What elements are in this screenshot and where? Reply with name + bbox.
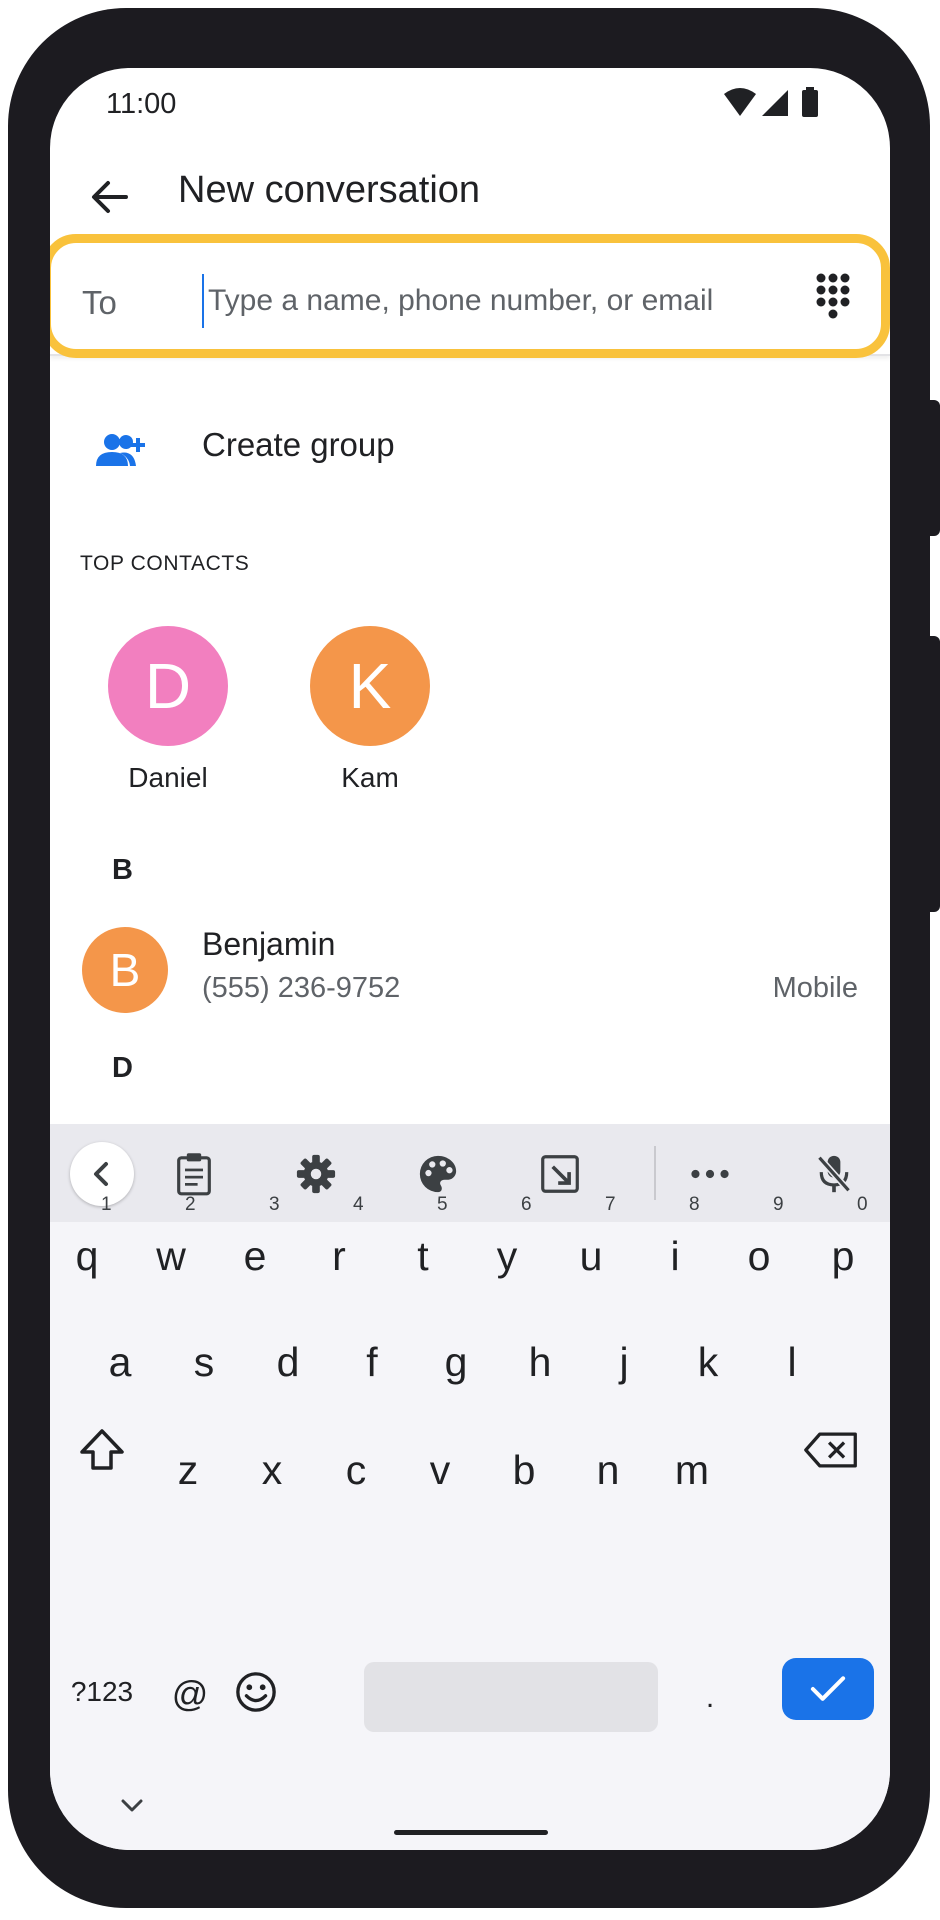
key-b[interactable]: b xyxy=(488,1430,560,1510)
status-time: 11:00 xyxy=(106,88,177,120)
recipient-input[interactable] xyxy=(202,274,788,328)
battery-icon xyxy=(802,90,818,117)
section-letter-d: D xyxy=(112,1052,133,1084)
key-t[interactable]: t xyxy=(387,1216,459,1296)
key-x[interactable]: x xyxy=(236,1430,308,1510)
key-d[interactable]: d xyxy=(252,1322,324,1402)
key-i[interactable]: i xyxy=(639,1216,711,1296)
dialpad-icon[interactable] xyxy=(802,268,864,332)
key-e[interactable]: e xyxy=(219,1216,291,1296)
key-hint-1: 1 xyxy=(101,1194,112,1215)
top-contact-name: Daniel xyxy=(128,762,208,793)
create-group-button[interactable] xyxy=(50,402,890,498)
key-l[interactable]: l xyxy=(756,1322,828,1402)
top-contacts-title: TOP CONTACTS xyxy=(80,552,250,575)
key-c[interactable]: c xyxy=(320,1430,392,1510)
back-arrow-icon[interactable] xyxy=(74,161,146,233)
status-icons xyxy=(724,87,818,117)
at-key[interactable]: @ xyxy=(154,1654,226,1734)
key-g[interactable]: g xyxy=(420,1322,492,1402)
key-hint-8: 8 xyxy=(689,1194,700,1215)
voice-input-button[interactable] xyxy=(804,1144,864,1204)
key-n[interactable]: n xyxy=(572,1430,644,1510)
key-w[interactable]: w xyxy=(135,1216,207,1296)
group-add-icon xyxy=(96,434,145,466)
settings-button[interactable] xyxy=(286,1144,346,1204)
avatar-initial: B xyxy=(109,944,141,996)
key-p[interactable]: p xyxy=(807,1216,879,1296)
avatar: B xyxy=(82,927,168,1013)
key-hint-5: 5 xyxy=(437,1194,448,1215)
palette-icon xyxy=(419,1155,457,1193)
key-hint-7: 7 xyxy=(605,1194,616,1215)
key-u[interactable]: u xyxy=(555,1216,627,1296)
contact-name: Benjamin xyxy=(202,926,336,962)
key-f[interactable]: f xyxy=(336,1322,408,1402)
page-title: New conversation xyxy=(178,169,481,211)
key-v[interactable]: v xyxy=(404,1430,476,1510)
key-hint-2: 2 xyxy=(185,1194,196,1215)
signal-icon xyxy=(762,90,788,116)
contact-row-benjamin[interactable] xyxy=(50,886,890,1004)
key-k[interactable]: k xyxy=(672,1322,744,1402)
done-key[interactable] xyxy=(782,1658,874,1720)
emoji-icon xyxy=(236,1672,276,1712)
key-m[interactable]: m xyxy=(656,1430,728,1510)
shift-key[interactable] xyxy=(66,1410,138,1490)
mic-off-icon xyxy=(817,1155,851,1193)
key-z[interactable]: z xyxy=(152,1430,224,1510)
key-q[interactable]: q xyxy=(51,1216,123,1296)
emoji-key[interactable] xyxy=(218,1654,294,1730)
wifi-icon xyxy=(724,88,756,116)
keyboard-hide-icon[interactable] xyxy=(114,1794,150,1818)
key-hint-6: 6 xyxy=(521,1194,532,1215)
gear-icon xyxy=(296,1154,336,1194)
more-icon xyxy=(691,1169,729,1179)
keyboard: ?123 @ . q1 w2 e3 r4 t5 y6 u7 i8 o9 p0 asdfghjkl zx… xyxy=(50,1124,890,1850)
top-contact-name: Kam xyxy=(341,762,399,793)
screen: 11:00 New conversation To Create group xyxy=(50,68,890,1850)
key-a[interactable]: a xyxy=(84,1322,156,1402)
contact-phone: (555) 236-9752 xyxy=(202,972,401,1004)
avatar: K xyxy=(310,626,430,746)
floating-keyboard-icon xyxy=(541,1155,579,1193)
key-hint-0: 0 xyxy=(857,1194,868,1215)
to-label: To xyxy=(82,284,117,321)
key-hint-4: 4 xyxy=(353,1194,364,1215)
volume-button xyxy=(930,636,940,912)
avatar-initial: K xyxy=(348,650,392,722)
symbols-key[interactable]: ?123 xyxy=(62,1654,142,1730)
key-r[interactable]: r xyxy=(303,1216,375,1296)
key-s[interactable]: s xyxy=(168,1322,240,1402)
floating-keyboard-button[interactable] xyxy=(530,1144,590,1204)
key-h[interactable]: h xyxy=(504,1322,576,1402)
create-group-label: Create group xyxy=(202,426,395,463)
clipboard-icon xyxy=(177,1153,211,1196)
home-indicator xyxy=(394,1830,548,1835)
key-hint-3: 3 xyxy=(269,1194,280,1215)
section-letter-b: B xyxy=(112,854,133,886)
shift-icon xyxy=(80,1429,124,1470)
check-icon xyxy=(810,1676,846,1701)
key-j[interactable]: j xyxy=(588,1322,660,1402)
power-button xyxy=(930,400,940,536)
backspace-key[interactable] xyxy=(790,1410,872,1490)
avatar-initial: D xyxy=(144,650,192,722)
toolbar-divider xyxy=(654,1146,656,1200)
period-key[interactable]: . xyxy=(680,1658,740,1738)
space-key[interactable] xyxy=(364,1662,658,1732)
key-y[interactable]: y xyxy=(471,1216,543,1296)
backspace-icon xyxy=(804,1432,857,1468)
key-hint-9: 9 xyxy=(773,1194,784,1215)
contact-phone-type: Mobile xyxy=(772,972,858,1004)
avatar: D xyxy=(108,626,228,746)
key-o[interactable]: o xyxy=(723,1216,795,1296)
